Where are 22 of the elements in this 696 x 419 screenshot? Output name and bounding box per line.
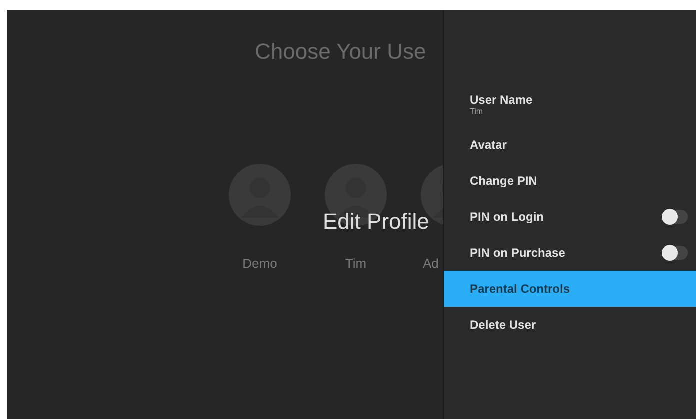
item-label: Change PIN [470, 173, 538, 190]
item-label: Avatar [470, 137, 507, 154]
item-label: PIN on Login [470, 209, 544, 226]
menu-item[interactable]: Parental Controls [444, 271, 696, 307]
menu-item[interactable]: Delete User [444, 307, 696, 343]
menu-item[interactable]: PIN on Purchase [444, 235, 696, 271]
menu-item[interactable]: Change PIN [444, 163, 696, 199]
item-label: PIN on Purchase [470, 245, 566, 262]
toggle-switch[interactable] [662, 210, 688, 224]
menu-item[interactable]: Avatar [444, 127, 696, 163]
item-label: Parental Controls [470, 281, 570, 298]
item-label: Delete User [470, 317, 536, 334]
user-name[interactable]: Demo [242, 254, 278, 274]
item-label: User Name [470, 93, 533, 107]
menu-item[interactable]: PIN on Login [444, 199, 696, 235]
menu-item[interactable]: User Name Tim [444, 83, 696, 127]
item-value: Tim [470, 107, 484, 117]
screen-title: Choose Your Use [255, 38, 426, 66]
toggle-switch[interactable] [662, 246, 688, 260]
user-name[interactable]: Ad [423, 254, 439, 274]
overlay-title: Edit Profile [323, 208, 430, 236]
user-name[interactable]: Tim [345, 254, 367, 274]
